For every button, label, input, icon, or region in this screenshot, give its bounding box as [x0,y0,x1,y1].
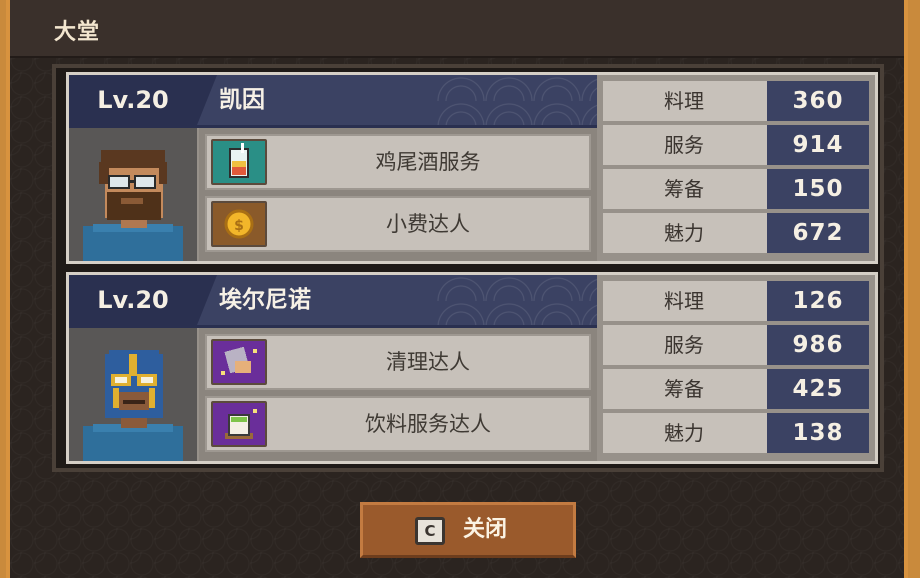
bearded-man-with-glasses-portrait [69,128,197,261]
stat-value: 150 [767,169,869,209]
stat-label: 料理 [664,89,704,113]
staff-level: Lv.20 [69,275,217,325]
stat-label: 料理 [664,289,704,313]
skill-list: 鸡尾酒服务 $ 小费达人 [199,128,597,261]
drink-cup-icon [211,401,267,447]
skill-label: 鸡尾酒服务 [375,150,481,174]
keyboard-key-icon: C [415,517,445,545]
stat-row-cooking: 料理 126 [603,281,869,321]
stat-row-cooking: 料理 360 [603,81,869,121]
masked-wrestler-portrait [69,328,197,461]
skill-row[interactable]: $ 小费达人 [205,196,591,252]
window-title: 大堂 [54,20,101,45]
stat-value: 138 [767,413,869,453]
window-title-bar: 大堂 [10,0,904,58]
close-button-label: 关闭 [463,517,508,542]
staff-name: 凯因 [219,87,265,113]
stat-row-service: 服务 914 [603,125,869,165]
coin-icon: $ [211,201,267,247]
stat-value: 360 [767,81,869,121]
cleaning-cloth-icon [211,339,267,385]
stat-row-service: 服务 986 [603,325,869,365]
stat-row-charm: 魅力 138 [603,413,869,453]
stat-label: 筹备 [664,377,704,401]
stat-row-charm: 魅力 672 [603,213,869,253]
stat-label: 服务 [664,133,704,157]
stat-row-preparation: 筹备 425 [603,369,869,409]
staff-list-panel: Lv.20 凯因 鸡尾酒服务 $ 小费达人 料理 360 服务 914 筹备 1… [52,64,884,472]
skill-row[interactable]: 鸡尾酒服务 [205,134,591,190]
staff-card-header: Lv.20 埃尔尼诺 [69,275,597,328]
cocktail-icon [211,139,267,185]
stat-value: 914 [767,125,869,165]
staff-card-header: Lv.20 凯因 [69,75,597,128]
stat-list: 料理 360 服务 914 筹备 150 魅力 672 [603,79,873,259]
staff-level: Lv.20 [69,75,217,125]
svg-text:$: $ [234,218,244,234]
skill-label: 小费达人 [386,212,470,236]
stat-row-preparation: 筹备 150 [603,169,869,209]
skill-row[interactable]: 清理达人 [205,334,591,390]
skill-label: 清理达人 [386,350,470,374]
skill-row[interactable]: 饮料服务达人 [205,396,591,452]
skill-list: 清理达人 饮料服务达人 [199,328,597,461]
staff-card-kain[interactable]: Lv.20 凯因 鸡尾酒服务 $ 小费达人 料理 360 服务 914 筹备 1… [66,72,878,264]
skill-label: 饮料服务达人 [365,412,491,436]
staff-card-el-nino[interactable]: Lv.20 埃尔尼诺 清理达人 饮料服务达人 料理 126 服务 986 筹备 … [66,272,878,464]
stat-list: 料理 126 服务 986 筹备 425 魅力 138 [603,279,873,459]
stat-label: 魅力 [664,421,704,445]
stat-label: 魅力 [664,221,704,245]
staff-name: 埃尔尼诺 [219,287,311,313]
stat-label: 筹备 [664,177,704,201]
stat-label: 服务 [664,333,704,357]
stat-value: 425 [767,369,869,409]
stat-value: 126 [767,281,869,321]
close-button[interactable]: C 关闭 [360,502,576,558]
lobby-window: 大堂 Lv.20 凯因 鸡尾酒服务 $ 小费达人 料理 360 服务 914 筹… [6,0,908,578]
stat-value: 986 [767,325,869,365]
stat-value: 672 [767,213,869,253]
